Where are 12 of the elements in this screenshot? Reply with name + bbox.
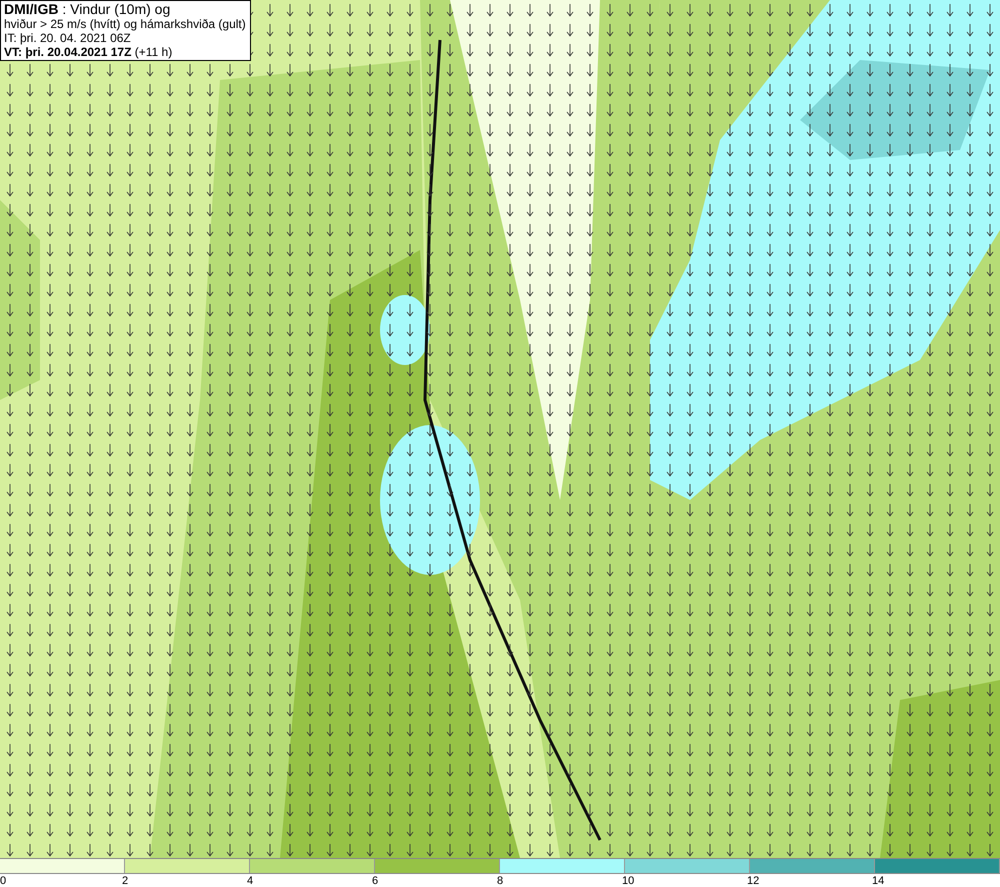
legend-label: 2 [122,874,128,887]
legend-label: 4 [247,874,254,887]
title-line: hviður > 25 m/s (hvítt) og hámarkshviða (gult) [4,17,246,31]
legend-label: 10 [622,874,634,887]
legend-label: 12 [747,874,760,887]
legend-label: 14 [872,874,884,887]
title-line: DMI/IGB : Vindur (10m) og [4,2,172,17]
legend-label: 6 [372,874,378,887]
legend-label: 0 [0,874,6,887]
title-line: VT: þri. 20.04.2021 17Z (+11 h) [4,45,174,59]
legend-label: 8 [497,874,504,887]
title-line: IT: þri. 20. 04. 2021 06Z [4,31,132,45]
